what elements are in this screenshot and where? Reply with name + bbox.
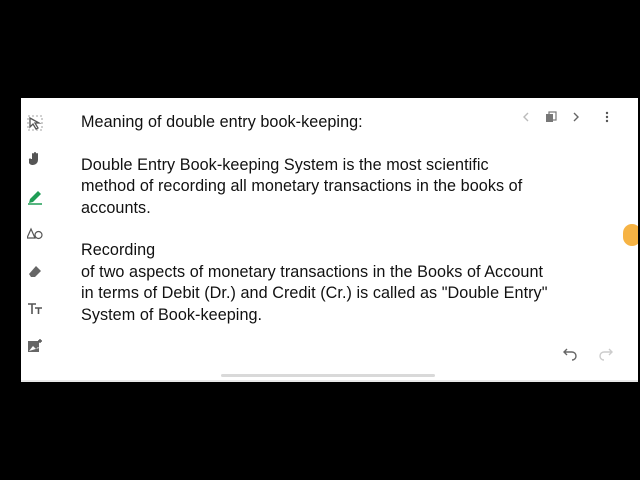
horizontal-scrollbar[interactable] <box>221 374 435 377</box>
tool-sidebar <box>21 98 49 382</box>
undo-icon[interactable] <box>561 345 579 361</box>
pen-icon[interactable] <box>26 188 44 206</box>
select-icon[interactable] <box>26 114 44 132</box>
image-icon[interactable] <box>26 337 44 355</box>
text-line: System of Book-keeping. <box>81 305 263 324</box>
text-line: of two aspects of monetary transactions … <box>81 262 544 281</box>
history-controls <box>561 345 631 361</box>
text-line: in terms of Debit (Dr.) and Credit (Cr.)… <box>81 284 548 303</box>
redo-icon[interactable] <box>597 345 615 361</box>
text-line: Meaning of double entry book-keeping: <box>81 113 363 131</box>
text-line: Double Entry Book-keeping System is the … <box>81 155 489 174</box>
eraser-icon[interactable] <box>26 262 44 280</box>
app-window: Meaning of double entry book-keeping: Do… <box>21 98 638 382</box>
text-icon[interactable] <box>26 300 44 318</box>
text-line: Recording <box>81 241 156 260</box>
text-line: accounts. <box>81 198 151 217</box>
side-panel-handle[interactable] <box>623 224 638 246</box>
shapes-icon[interactable] <box>26 225 44 243</box>
hand-icon[interactable] <box>26 150 44 168</box>
divider <box>21 380 638 382</box>
text-line: method of recording all monetary transac… <box>81 177 523 196</box>
note-canvas[interactable]: Meaning of double entry book-keeping: Do… <box>81 112 621 342</box>
